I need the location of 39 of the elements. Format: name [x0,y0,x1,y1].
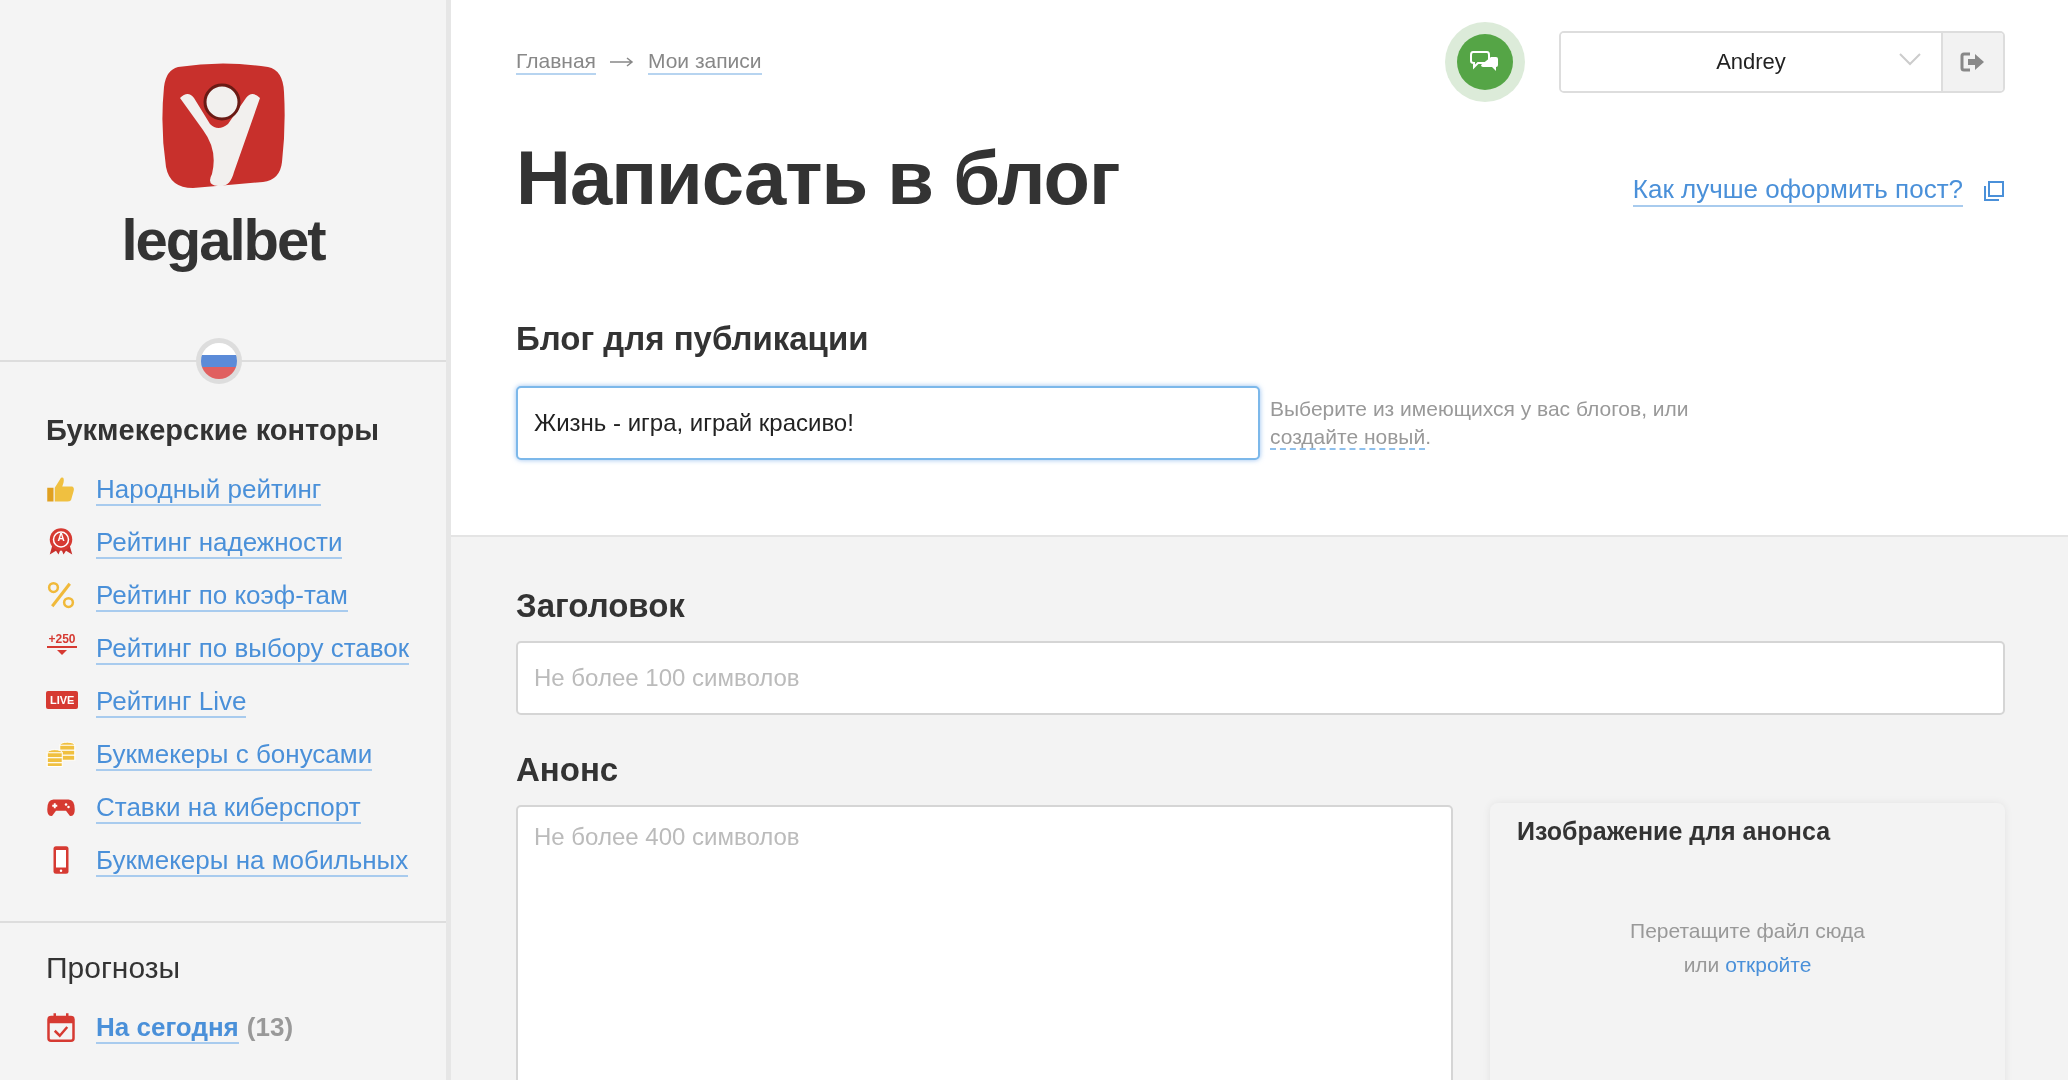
create-blog-link[interactable]: создайте новый [1270,425,1426,450]
sidebar-link[interactable]: Рейтинг надежности [96,527,343,559]
page-title: Написать в блог [516,134,1120,222]
sidebar-link[interactable]: Рейтинг по коэф-там [96,580,348,612]
section-heading: Прогнозы [46,951,182,985]
item-count: (13) [246,1012,294,1042]
arrow-right-icon [609,57,634,67]
logout-icon [1960,51,1986,73]
blog-hint-text: Выберите из имеющихся у вас блогов, или создайте новый. [1270,396,1690,451]
sidebar-link[interactable]: Народный рейтинг [96,474,322,506]
section-heading: Букмекерские конторы [46,414,381,447]
sidebar-link[interactable]: Рейтинг по выбору ставок [96,633,410,665]
field-label: Блог для публикации [516,320,870,358]
russia-flag-icon[interactable] [201,343,237,379]
sidebar-link[interactable]: Букмекеры на мобильных [96,845,409,877]
announce-text-area[interactable]: Не более 400 символов [516,805,1453,1080]
sidebar-link[interactable]: Ставки на киберспорт [96,792,361,824]
open-file-link[interactable]: откройте [1725,953,1812,976]
percent-icon [46,580,76,610]
logout-button[interactable] [1941,33,2003,91]
headline-input-field[interactable]: Не более 100 символов [516,641,2005,715]
image-upload-card[interactable]: Изображение для анонса Перетащите файл сюда или откройте [1490,803,2005,1080]
field-label: Анонс [516,751,620,789]
logo-wordmark[interactable]: legalbet [121,206,325,273]
drop-hint-text: Перетащите файл сюда или откройте [1629,918,1866,978]
chevron-down-icon [1899,52,1921,66]
card-title: Изображение для анонса [1517,817,1832,846]
sidebar-link[interactable]: Букмекеры с бонусами [96,739,373,771]
help-link[interactable]: Как лучше оформить пост? [1632,174,1963,207]
popup-window-icon[interactable] [1983,179,2005,202]
calendar-icon [46,1012,76,1042]
live-badge: LIVE [46,691,79,709]
breadcrumb-link[interactable]: Мои записи [647,49,762,75]
field-label: Заголовок [516,587,686,625]
sidebar-link[interactable]: Рейтинг Live [96,686,247,718]
sidebar-link[interactable]: На сегодня [96,1012,239,1044]
coins-icon [46,739,76,769]
blog-input-field[interactable]: Жизнь - игра, играй красиво! [516,386,1260,460]
breadcrumb-link[interactable]: Главная [516,49,596,75]
